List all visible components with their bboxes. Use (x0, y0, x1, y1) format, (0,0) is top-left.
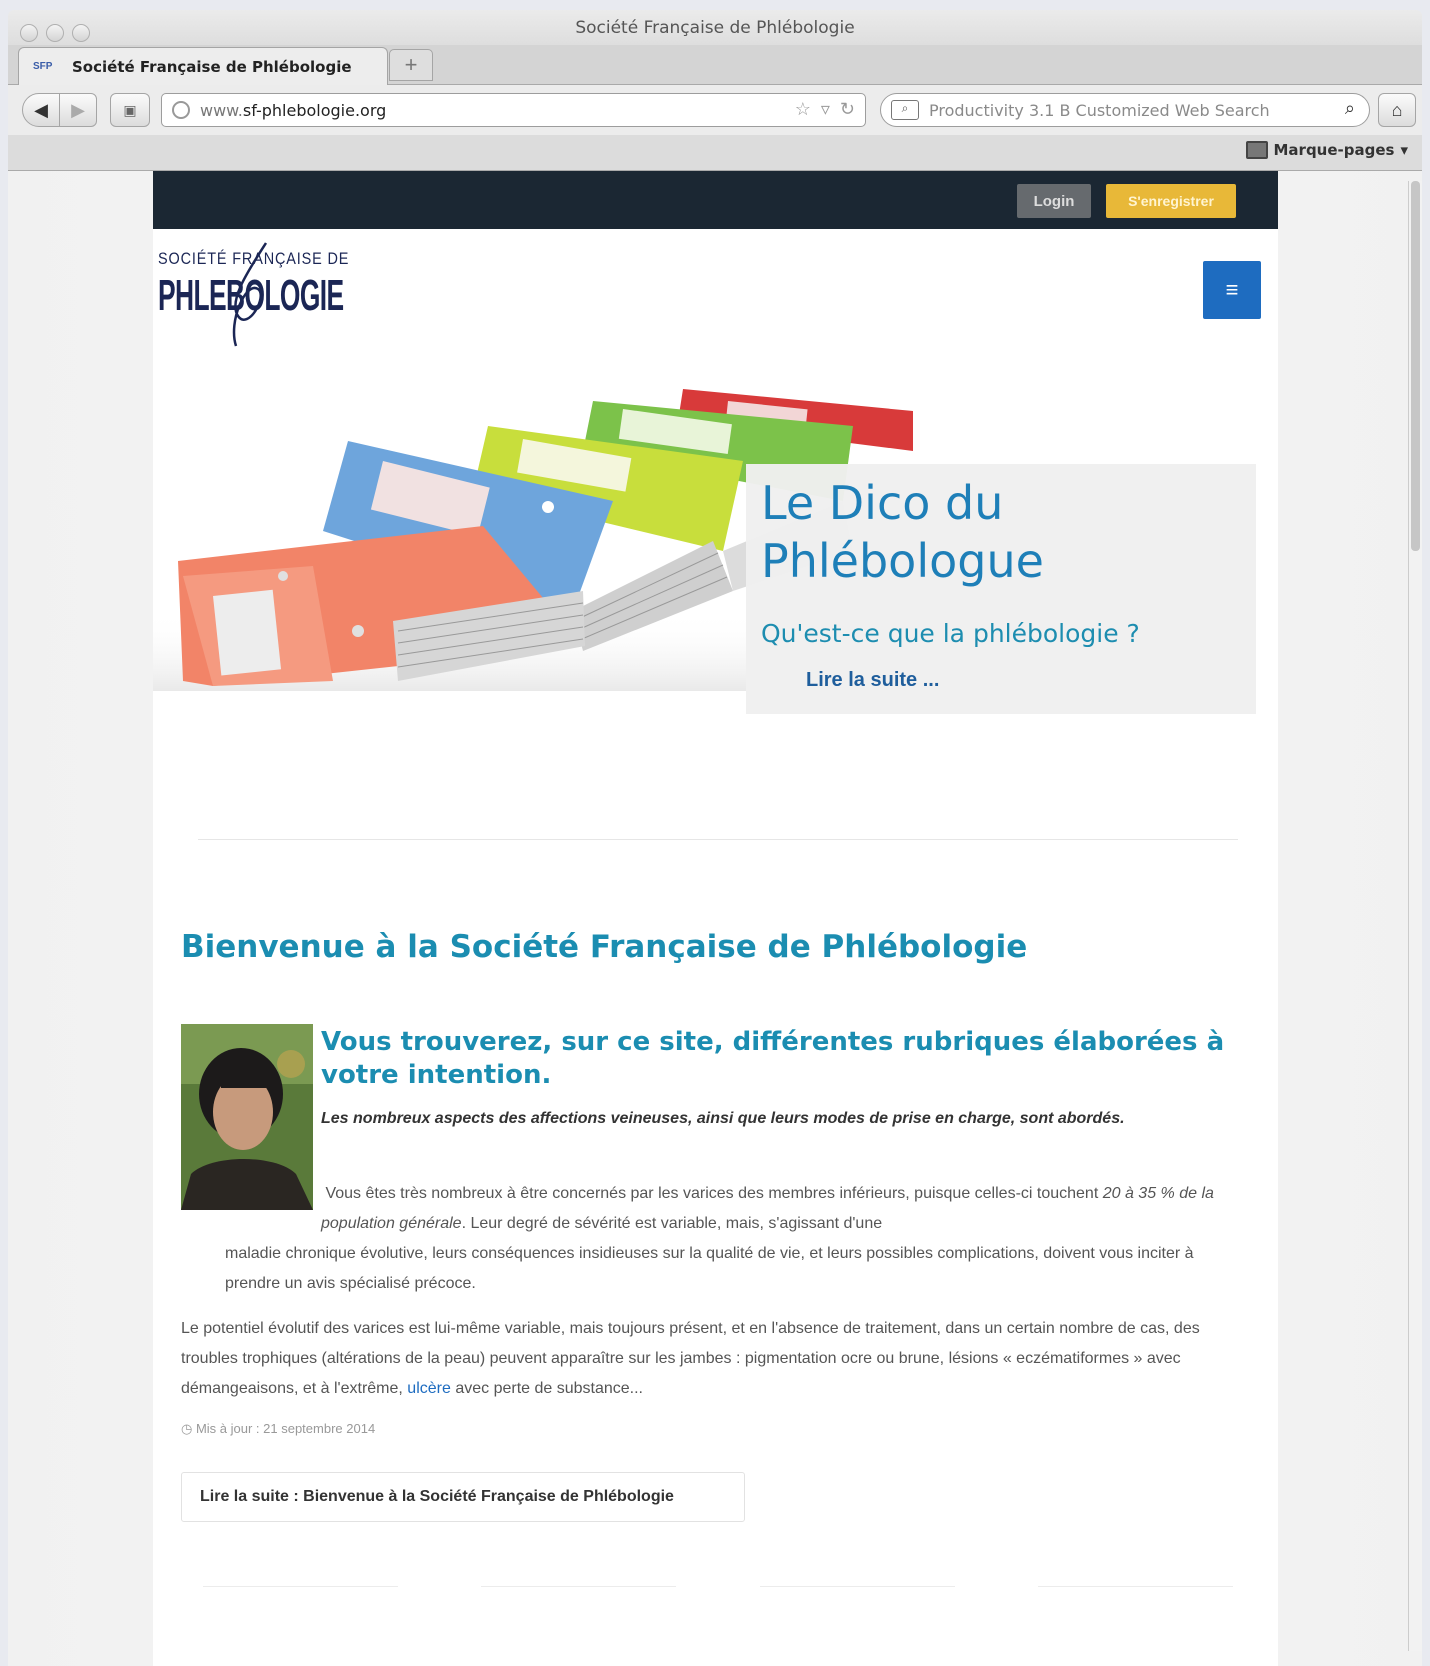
article-paragraph-1-continued: maladie chronique évolutive, leurs consé… (225, 1245, 1194, 1292)
tab-strip: SFP Société Française de Phlébologie + (8, 45, 1422, 85)
tab-active[interactable]: SFP Société Française de Phlébologie (18, 47, 388, 85)
url-host: sf-phlebologie.org (242, 101, 387, 120)
read-more-button[interactable]: Lire la suite : Bienvenue à la Société F… (181, 1472, 745, 1522)
article-lead: Les nombreux aspects des affections vein… (321, 1110, 1125, 1127)
login-button[interactable]: Login (1017, 184, 1091, 218)
window-title: Société Française de Phlébologie (575, 18, 855, 38)
divider (1037, 1586, 1233, 1587)
footer-dividers (203, 1586, 1233, 1587)
para2-text-a: Le potentiel évolutif des varices est lu… (181, 1320, 1200, 1397)
bookmarks-label: Marque-pages (1273, 141, 1395, 159)
vertical-scrollbar[interactable] (1408, 181, 1422, 1651)
address-tools: ☆ ▿ ↻ (795, 99, 855, 120)
para1-text-a: Vous êtes très nombreux à être concernés… (325, 1185, 1103, 1202)
updated-text: Mis à jour : 21 septembre 2014 (195, 1421, 376, 1436)
hero-caption: Le Dico du Phlébologue Qu'est-ce que la … (746, 464, 1256, 714)
globe-icon (172, 101, 190, 119)
register-button[interactable]: S'enregistrer (1106, 184, 1236, 218)
navigation-toolbar: ◀ ▶ ▣ www.sf-phlebologie.org ☆ ▿ ↻ ⌕ Pro… (8, 85, 1422, 135)
forward-button[interactable]: ▶ (59, 93, 97, 127)
new-tab-button[interactable]: + (389, 49, 433, 81)
address-bar[interactable]: www.sf-phlebologie.org ☆ ▿ ↻ (161, 93, 866, 127)
bookmarks-menu[interactable]: Marque-pages ▾ (1245, 141, 1408, 159)
reload-icon[interactable]: ↻ (840, 99, 855, 120)
window-titlebar: Société Française de Phlébologie (8, 10, 1422, 50)
updated-date: ◷ Mis à jour : 21 septembre 2014 (181, 1421, 375, 1437)
search-engine-icon[interactable]: ⌕ (891, 100, 919, 120)
website: Login S'enregistrer SOCIÉTÉ FRANÇAISE DE… (153, 171, 1278, 1666)
article-paragraph-1: Vous êtes très nombreux à être concernés… (321, 1179, 1241, 1239)
home-icon: ⌂ (1391, 99, 1403, 120)
divider (481, 1586, 677, 1587)
bookmark-star-icon[interactable]: ☆ (795, 99, 811, 120)
article-paragraph-2: Le potentiel évolutif des varices est lu… (181, 1314, 1251, 1404)
chevron-down-icon: ▾ (1400, 141, 1408, 159)
site-logo[interactable]: SOCIÉTÉ FRANÇAISE DE PHLEBOLOGIE (158, 241, 358, 351)
hamburger-menu-button[interactable]: ≡ (1203, 261, 1261, 319)
bookmarks-icon (1245, 141, 1268, 159)
bookmarks-bar: Marque-pages ▾ (8, 135, 1422, 171)
tab-label: Société Française de Phlébologie (72, 58, 352, 76)
top-bar: Login S'enregistrer (153, 171, 1278, 229)
search-bar[interactable]: ⌕ Productivity 3.1 B Customized Web Sear… (880, 93, 1370, 127)
hero-subtitle[interactable]: Qu'est-ce que la phlébologie ? (761, 619, 1140, 648)
para1-text-b: . Leur degré de sévérité est variable, m… (461, 1215, 883, 1232)
search-icon[interactable]: ⌕ (1345, 98, 1355, 119)
ulcere-link[interactable]: ulcère (407, 1380, 451, 1397)
forward-arrow-icon: ▶ (71, 99, 85, 120)
menu-icon: ≡ (1225, 277, 1239, 302)
extension-button[interactable]: ▣ (110, 93, 150, 127)
search-placeholder: Productivity 3.1 B Customized Web Search (929, 101, 1270, 120)
article-heading[interactable]: Vous trouverez, sur ce site, différentes… (321, 1026, 1241, 1092)
page-title[interactable]: Bienvenue à la Société Française de Phlé… (181, 929, 1027, 965)
page-viewport: Login S'enregistrer SOCIÉTÉ FRANÇAISE DE… (8, 171, 1422, 1666)
divider (759, 1586, 955, 1587)
url-text[interactable]: www.sf-phlebologie.org (200, 101, 386, 120)
author-photo (181, 1024, 313, 1210)
logo-stroke-icon (232, 242, 268, 347)
back-button[interactable]: ◀ (22, 93, 60, 127)
favicon-icon: SFP (33, 61, 53, 72)
clock-icon: ◷ (181, 1421, 193, 1436)
scrollbar-thumb[interactable] (1411, 181, 1420, 551)
para2-text-b: avec perte de substance... (450, 1380, 643, 1397)
divider (198, 839, 1238, 840)
hero-title[interactable]: Le Dico du Phlébologue (761, 474, 1231, 590)
back-arrow-icon: ◀ (34, 99, 48, 120)
history-dropdown-icon[interactable]: ▿ (821, 99, 830, 120)
url-prefix: www. (200, 101, 243, 120)
home-button[interactable]: ⌂ (1378, 93, 1416, 127)
divider (203, 1586, 398, 1587)
hero-read-more-link[interactable]: Lire la suite ... (806, 669, 939, 692)
puzzle-icon: ▣ (123, 101, 137, 118)
